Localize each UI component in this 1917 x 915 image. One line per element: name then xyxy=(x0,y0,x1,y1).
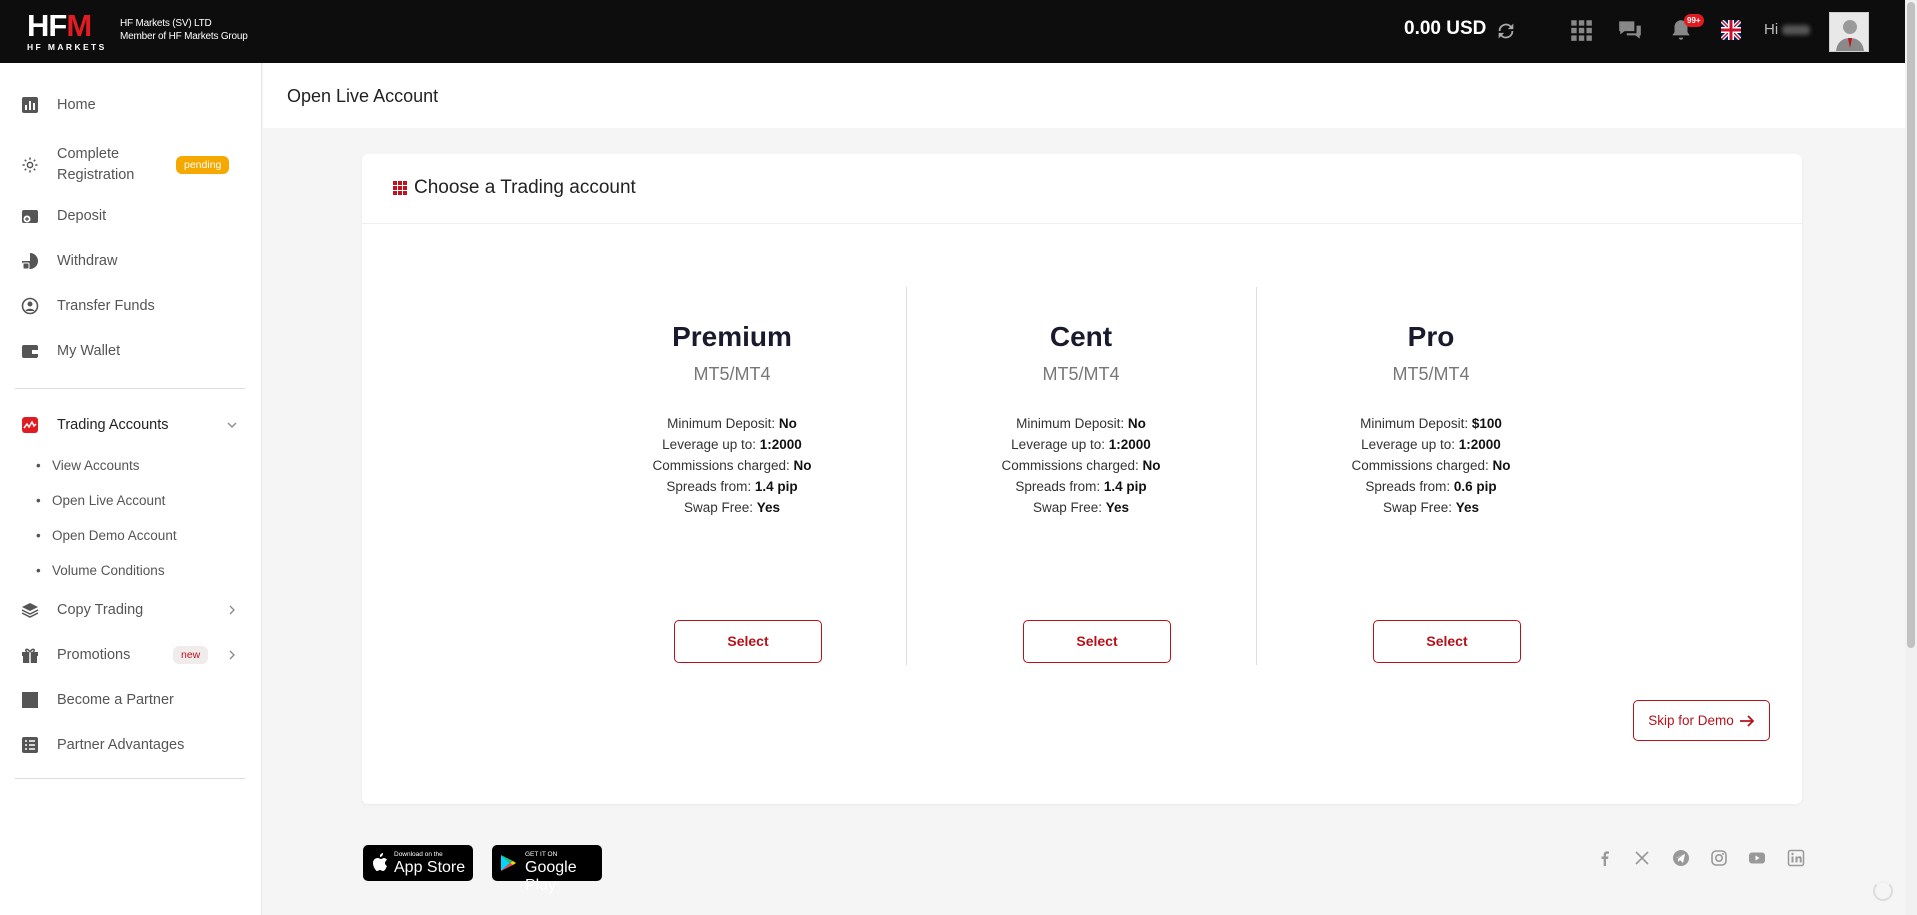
page-title: Open Live Account xyxy=(287,86,439,106)
feature-commissions: Commissions charged: No xyxy=(1351,458,1511,473)
layers-icon xyxy=(21,603,39,618)
feature-min-deposit: Minimum Deposit: No xyxy=(1016,416,1146,431)
sidebar-item-partner-advantages[interactable]: Partner Advantages xyxy=(0,725,262,765)
sidebar-item-complete-registration[interactable]: Complete Registration pending xyxy=(0,140,262,190)
sidebar-item-become-a-partner[interactable]: Become a Partner xyxy=(0,680,262,720)
account-name: Cent xyxy=(1049,321,1113,352)
sidebar-item-deposit[interactable]: Deposit xyxy=(0,196,262,236)
square-icon xyxy=(22,692,38,708)
transfer-icon xyxy=(21,297,39,315)
gift-icon xyxy=(22,648,38,663)
user-name-blurred xyxy=(1782,25,1811,36)
sidebar-divider xyxy=(15,388,245,389)
sidebar-item-my-wallet[interactable]: My Wallet xyxy=(0,331,262,371)
feature-min-deposit: Minimum Deposit: $100 xyxy=(1360,416,1502,431)
google-play-badge[interactable]: GET IT ON Google Play xyxy=(492,845,602,894)
select-pro-button[interactable]: Select xyxy=(1373,620,1521,663)
feature-leverage: Leverage up to: 1:2000 xyxy=(662,437,802,452)
top-bar: HFM HF MARKETS HF Markets (SV) LTD Membe… xyxy=(0,0,1905,63)
grid-icon xyxy=(393,181,407,195)
account-option-pro: Pro MT5/MT4 Minimum Deposit: $100 Levera… xyxy=(1256,168,1606,663)
company-name: HF Markets (SV) LTD Member of HF Markets… xyxy=(120,18,248,42)
sidebar-sub-volume-conditions[interactable]: Volume Conditions xyxy=(36,563,165,578)
sidebar-item-copy-trading[interactable]: Copy Trading xyxy=(0,590,262,630)
select-cent-button[interactable]: Select xyxy=(1023,620,1171,663)
select-premium-button[interactable]: Select xyxy=(674,620,822,663)
page-header xyxy=(263,63,1905,128)
account-balance: 0.00 USD xyxy=(1404,18,1487,39)
feature-leverage: Leverage up to: 1:2000 xyxy=(1361,437,1501,452)
sidebar-item-transfer-funds[interactable]: Transfer Funds xyxy=(0,286,262,326)
youtube-icon[interactable] xyxy=(1748,849,1766,867)
sidebar: Home Complete Registration pending Depos… xyxy=(0,63,262,915)
feature-swap-free: Swap Free: Yes xyxy=(1032,500,1130,515)
sidebar-item-home[interactable]: Home xyxy=(0,85,262,125)
hfm-logo[interactable]: HFM HF MARKETS xyxy=(27,10,111,52)
chat-icon[interactable] xyxy=(1617,17,1643,43)
feature-swap-free: Swap Free: Yes xyxy=(1382,500,1480,515)
new-badge: new xyxy=(173,646,209,664)
notification-badge: 99+ xyxy=(1684,14,1704,27)
list-icon xyxy=(22,737,38,753)
sidebar-item-withdraw[interactable]: Withdraw xyxy=(0,241,262,281)
feature-spreads: Spreads from: 1.4 pip xyxy=(666,479,798,494)
scrollbar-thumb[interactable] xyxy=(1907,2,1915,648)
arrow-right-icon xyxy=(1739,714,1755,727)
account-name: Premium xyxy=(672,321,792,352)
instagram-icon[interactable] xyxy=(1710,849,1728,867)
withdraw-icon xyxy=(22,253,38,270)
app-store-badge[interactable]: Download on the App Store xyxy=(363,845,473,881)
google-play-icon xyxy=(501,855,516,871)
skip-for-demo-button[interactable]: Skip for Demo xyxy=(1633,700,1770,741)
sidebar-divider xyxy=(15,778,245,779)
gear-icon xyxy=(22,157,38,173)
user-greeting: Hi xyxy=(1764,21,1811,38)
sidebar-sub-view-accounts[interactable]: View Accounts xyxy=(36,458,140,473)
linkedin-icon[interactable] xyxy=(1787,849,1805,867)
refresh-icon[interactable] xyxy=(1495,20,1517,42)
account-platform: MT5/MT4 xyxy=(693,364,771,384)
chevron-down-icon[interactable] xyxy=(227,420,237,430)
feature-min-deposit: Minimum Deposit: No xyxy=(667,416,797,431)
sidebar-item-trading-accounts[interactable]: Trading Accounts xyxy=(0,405,262,445)
telegram-icon[interactable] xyxy=(1672,849,1690,867)
x-icon[interactable] xyxy=(1633,849,1651,867)
chart-icon xyxy=(22,97,38,113)
wallet-icon xyxy=(22,345,38,358)
trading-chart-icon xyxy=(22,417,38,433)
account-name: Pro xyxy=(1407,321,1455,352)
feature-leverage: Leverage up to: 1:2000 xyxy=(1011,437,1151,452)
user-avatar[interactable] xyxy=(1829,12,1869,52)
feature-spreads: Spreads from: 1.4 pip xyxy=(1015,479,1147,494)
account-option-premium: Premium MT5/MT4 Minimum Deposit: No Leve… xyxy=(557,168,907,663)
feature-spreads: Spreads from: 0.6 pip xyxy=(1365,479,1497,494)
feature-swap-free: Swap Free: Yes xyxy=(683,500,781,515)
pending-badge: pending xyxy=(176,156,230,174)
sidebar-sub-open-live-account[interactable]: Open Live Account xyxy=(36,493,165,508)
feature-commissions: Commissions charged: No xyxy=(1001,458,1161,473)
apple-icon xyxy=(373,853,387,871)
account-platform: MT5/MT4 xyxy=(1042,364,1120,384)
sidebar-item-promotions[interactable]: Promotions new xyxy=(0,635,262,675)
loading-spinner-icon xyxy=(1873,881,1893,901)
account-option-cent: Cent MT5/MT4 Minimum Deposit: No Leverag… xyxy=(906,168,1256,663)
page-scrollbar[interactable] xyxy=(1905,0,1917,915)
uk-flag-icon[interactable] xyxy=(1721,20,1741,40)
account-platform: MT5/MT4 xyxy=(1392,364,1470,384)
chevron-right-icon[interactable] xyxy=(227,650,237,660)
avatar-silhouette-icon xyxy=(1830,13,1868,51)
logo-subtitle: HF MARKETS xyxy=(27,42,107,52)
feature-commissions: Commissions charged: No xyxy=(652,458,812,473)
chevron-right-icon[interactable] xyxy=(227,605,237,615)
sidebar-sub-open-demo-account[interactable]: Open Demo Account xyxy=(36,528,177,543)
facebook-icon[interactable] xyxy=(1596,849,1614,867)
apps-grid-icon[interactable] xyxy=(1568,17,1594,43)
deposit-icon xyxy=(22,210,38,223)
